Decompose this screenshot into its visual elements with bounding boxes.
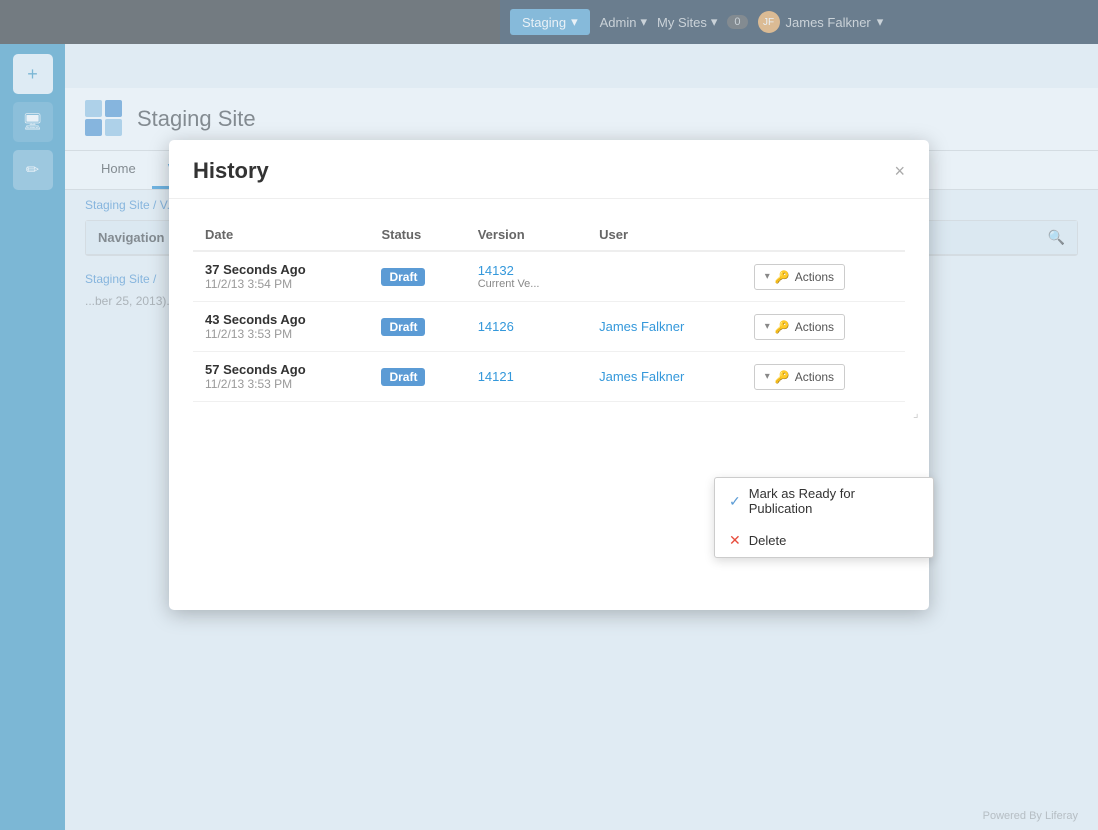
cell-actions: ▾ 🔑 Actions — [742, 251, 905, 302]
date-primary: 37 Seconds Ago — [205, 262, 357, 277]
delete-icon: ✕ — [729, 532, 741, 549]
cell-user: James Falkner — [587, 352, 742, 402]
mark-ready-item[interactable]: ✓ Mark as Ready for Publication — [715, 478, 933, 524]
delete-label: Delete — [749, 533, 787, 548]
cell-version: 14121 — [466, 352, 587, 402]
date-secondary: 11/2/13 3:53 PM — [205, 327, 357, 341]
history-modal: History × Date Status Version User 37 Se… — [169, 140, 929, 610]
actions-label: Actions — [795, 270, 834, 284]
col-user: User — [587, 219, 742, 251]
date-primary: 43 Seconds Ago — [205, 312, 357, 327]
cell-date: 57 Seconds Ago 11/2/13 3:53 PM — [193, 352, 369, 402]
modal-body: Date Status Version User 37 Seconds Ago … — [169, 199, 929, 422]
cell-status: Draft — [369, 302, 465, 352]
actions-button[interactable]: ▾ 🔑 Actions — [754, 364, 845, 390]
cell-user — [587, 251, 742, 302]
table-header-row: Date Status Version User — [193, 219, 905, 251]
actions-dropdown-menu: ✓ Mark as Ready for Publication ✕ Delete — [714, 477, 934, 558]
date-secondary: 11/2/13 3:53 PM — [205, 377, 357, 391]
user-link[interactable]: James Falkner — [599, 369, 684, 384]
date-primary: 57 Seconds Ago — [205, 362, 357, 377]
col-version: Version — [466, 219, 587, 251]
col-date: Date — [193, 219, 369, 251]
dropdown-arrow: ▾ — [765, 371, 770, 382]
status-badge: Draft — [381, 318, 425, 336]
col-status: Status — [369, 219, 465, 251]
table-row: 57 Seconds Ago 11/2/13 3:53 PM Draft 141… — [193, 352, 905, 402]
version-link[interactable]: 14126 — [478, 319, 514, 334]
col-actions — [742, 219, 905, 251]
actions-label: Actions — [795, 320, 834, 334]
modal-header: History × — [169, 140, 929, 199]
user-link[interactable]: James Falkner — [599, 319, 684, 334]
cell-actions: ▾ 🔑 Actions — [742, 302, 905, 352]
version-link[interactable]: 14121 — [478, 369, 514, 384]
cell-actions: ▾ 🔑 Actions — [742, 352, 905, 402]
key-icon: 🔑 — [775, 370, 790, 384]
actions-button[interactable]: ▾ 🔑 Actions — [754, 264, 845, 290]
modal-overlay: History × Date Status Version User 37 Se… — [0, 0, 1098, 830]
cell-status: Draft — [369, 251, 465, 302]
history-table: Date Status Version User 37 Seconds Ago … — [193, 219, 905, 402]
actions-label: Actions — [795, 370, 834, 384]
dropdown-arrow: ▾ — [765, 271, 770, 282]
check-icon: ✓ — [729, 493, 741, 510]
key-icon: 🔑 — [775, 320, 790, 334]
date-secondary: 11/2/13 3:54 PM — [205, 277, 357, 291]
dropdown-arrow: ▾ — [765, 321, 770, 332]
status-badge: Draft — [381, 368, 425, 386]
modal-title: History — [193, 158, 269, 184]
actions-button[interactable]: ▾ 🔑 Actions — [754, 314, 845, 340]
key-icon: 🔑 — [775, 270, 790, 284]
version-link[interactable]: 14132 — [478, 263, 514, 278]
cell-date: 43 Seconds Ago 11/2/13 3:53 PM — [193, 302, 369, 352]
cell-version: 14126 — [466, 302, 587, 352]
delete-item[interactable]: ✕ Delete — [715, 524, 933, 557]
table-row: 37 Seconds Ago 11/2/13 3:54 PM Draft 141… — [193, 251, 905, 302]
cell-version: 14132 Current Ve... — [466, 251, 587, 302]
current-version: Current Ve... — [478, 278, 575, 290]
modal-close-button[interactable]: × — [894, 162, 905, 180]
resize-handle[interactable]: ⌟ — [913, 406, 925, 418]
cell-status: Draft — [369, 352, 465, 402]
status-badge: Draft — [381, 268, 425, 286]
table-row: 43 Seconds Ago 11/2/13 3:53 PM Draft 141… — [193, 302, 905, 352]
cell-user: James Falkner — [587, 302, 742, 352]
cell-date: 37 Seconds Ago 11/2/13 3:54 PM — [193, 251, 369, 302]
mark-ready-label: Mark as Ready for Publication — [749, 486, 919, 516]
